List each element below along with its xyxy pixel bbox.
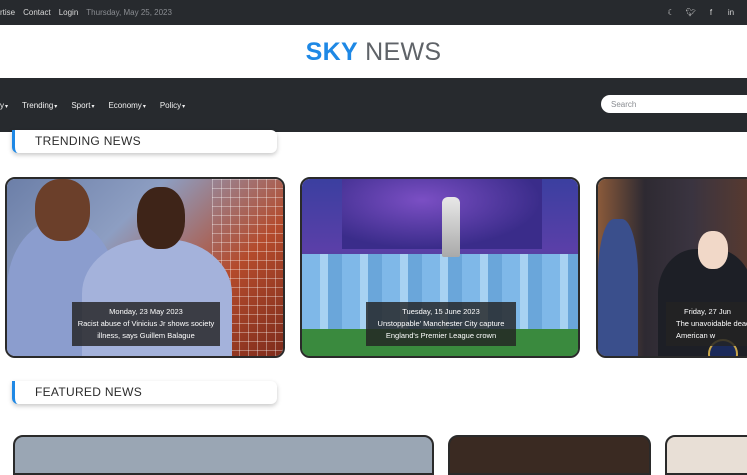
card-headline: Racist abuse of Vinicius Jr shows societ… [77,319,215,340]
featured-card-3[interactable] [665,435,747,475]
current-date: Thursday, May 25, 2023 [86,8,172,17]
person-figure [598,219,638,356]
main-nav: y▾ Trending▾ Sport▾ Economy▾ Policy▾ [0,78,747,132]
card-headline: The unavoidable dead American w [676,319,747,340]
nav-menu: y▾ Trending▾ Sport▾ Economy▾ Policy▾ [0,78,199,132]
chevron-down-icon: ▾ [5,103,9,110]
chevron-down-icon: ▾ [91,103,95,110]
featured-card-2[interactable] [448,435,651,475]
nav-item-partial[interactable]: y▾ [0,101,8,110]
chevron-down-icon: ▾ [182,103,186,110]
player-head [35,179,90,241]
trending-title: TRENDING NEWS [35,134,141,148]
linkedin-icon[interactable]: in [721,8,741,17]
top-bar: rtise Contact Login Thursday, May 25, 20… [0,0,747,25]
nav-item-label: Trending [22,100,54,110]
top-icons: ☾ 🐦︎ f in [661,0,741,25]
chevron-down-icon: ▾ [54,103,58,110]
news-card-1[interactable]: Monday, 23 May 2023 Racist abuse of Vini… [5,177,285,358]
nav-item-label: Policy [159,100,182,110]
search-input[interactable] [601,95,747,113]
logo-news: NEWS [365,38,442,66]
card-caption: Monday, 23 May 2023 Racist abuse of Vini… [72,302,220,346]
card-date: Tuesday, 15 June 2023 [402,307,480,316]
top-links: rtise Contact Login Thursday, May 25, 20… [0,0,172,25]
card-caption: Friday, 27 Jun The unavoidable dead Amer… [666,302,747,346]
brand-header: SKY NEWS [0,25,747,78]
card-headline: Unstoppable' Manchester City capture Eng… [377,319,505,340]
nav-item-sport[interactable]: Sport▾ [71,101,94,110]
twitter-icon[interactable]: 🐦︎ [681,8,701,17]
nav-item-economy[interactable]: Economy▾ [108,101,145,110]
card-date: Friday, 27 Jun [684,307,731,316]
moon-icon[interactable]: ☾ [661,8,681,17]
news-card-2[interactable]: Tuesday, 15 June 2023 Unstoppable' Manch… [300,177,580,358]
logo-sky: SKY [305,38,358,66]
nav-item-label: Sport [71,100,91,110]
news-card-3[interactable]: Friday, 27 Jun The unavoidable dead Amer… [596,177,747,358]
nav-item-policy[interactable]: Policy▾ [160,101,185,110]
featured-card-1[interactable] [13,435,434,475]
site-logo[interactable]: SKY NEWS [0,38,747,67]
nav-item-label: y [0,100,4,110]
featured-heading: FEATURED NEWS [12,381,277,404]
trophy [442,197,460,257]
nav-item-trending[interactable]: Trending▾ [22,101,57,110]
advertise-link[interactable]: rtise [0,8,15,17]
trending-heading: TRENDING NEWS [12,130,277,153]
card-date: Monday, 23 May 2023 [109,307,183,316]
chevron-down-icon: ▾ [142,103,146,110]
card-caption: Tuesday, 15 June 2023 Unstoppable' Manch… [366,302,516,346]
featured-title: FEATURED NEWS [35,385,143,399]
person-head [698,231,728,269]
login-link[interactable]: Login [59,8,79,17]
contact-link[interactable]: Contact [23,8,51,17]
nav-item-label: Economy [108,100,142,110]
player-head [137,187,185,249]
facebook-icon[interactable]: f [701,8,721,17]
